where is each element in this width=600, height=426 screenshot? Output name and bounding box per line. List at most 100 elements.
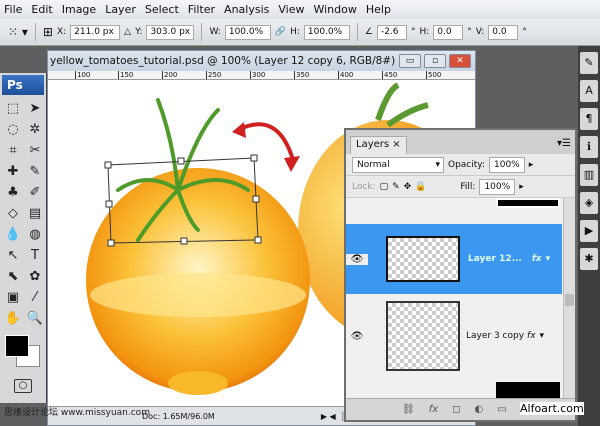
direct-select-icon[interactable]: ⬉ [3,268,23,286]
fill-slider-arrow-icon[interactable]: ▸ [519,182,524,192]
transform-tool-icon[interactable]: ⁙ ▾ [8,25,28,39]
stamp-tool-icon[interactable]: ♣ [3,184,23,202]
opacity-field[interactable]: 100% [489,156,525,173]
ruler-tick: 100 [75,71,91,79]
rotate-arrow [237,122,295,161]
layer-mask-thumbnail [496,198,560,208]
layer-row[interactable]: 👁 Layer 3 copy fx ▾ [346,298,562,374]
visibility-eye-icon[interactable]: 👁 [346,331,368,342]
visibility-eye-icon[interactable]: 👁 [346,253,368,265]
add-mask-icon[interactable]: ◻ [452,404,460,415]
brush-panel-icon[interactable]: ✎ [580,52,598,74]
height-field[interactable]: 100.0% [303,24,350,40]
layer-name[interactable]: Layer 3 copy [466,331,524,341]
close-button[interactable]: ✕ [449,54,471,68]
expand-effects-icon[interactable]: ▾ [540,331,545,341]
status-doc-size: Doc: 1.65M/96.0M [142,411,215,421]
reference-point-icon[interactable]: ⊞ [43,25,53,39]
quick-mask-icon[interactable]: ○ [14,379,32,393]
opacity-label: Opacity: [448,159,485,170]
x-field[interactable]: 211.0 px [70,24,121,40]
menu-image[interactable]: Image [60,3,103,16]
layers-scrollbar[interactable] [563,198,575,398]
styles-panel-icon[interactable]: ✱ [580,248,598,270]
path-select-icon[interactable]: ↖ [3,247,23,265]
hskew-field[interactable]: 0.0 [433,24,464,40]
angle-field[interactable]: -2.6 [376,24,407,40]
divider [34,23,36,41]
add-style-icon[interactable]: fx [429,404,438,415]
hand-tool-icon[interactable]: ✋ [3,310,23,328]
fill-field[interactable]: 100% [479,178,516,195]
panel-menu-icon[interactable]: ▾☰ [557,138,571,149]
ruler-tick: 400 [338,71,354,79]
minimize-button[interactable]: ▭ [399,54,421,68]
expand-effects-icon[interactable]: ▾ [546,254,551,264]
link-layers-icon[interactable]: ⛓ [402,404,415,415]
menu-layer[interactable]: Layer [103,3,143,16]
fx-icon[interactable]: fx [527,331,536,341]
status-menu-arrow-icon[interactable]: ▶ ◀ [321,412,336,421]
eyedropper-tool-icon[interactable]: ⁄ [25,289,45,307]
close-tab-icon[interactable]: × [392,139,400,150]
vskew-field[interactable]: 0.0 [488,24,519,40]
eraser-tool-icon[interactable]: ◇ [3,205,23,223]
menu-file[interactable]: File [2,3,29,16]
opacity-slider-arrow-icon[interactable]: ▸ [529,160,534,170]
histogram-panel-icon[interactable]: ▥ [580,164,598,186]
degree-label: ° [522,27,527,37]
menu-view[interactable]: View [276,3,311,16]
paragraph-panel-icon[interactable]: ¶ [580,108,598,130]
delta-icon[interactable]: △ [124,27,131,37]
new-group-icon[interactable]: ▭ [497,404,506,415]
marquee-tool-icon[interactable]: ⬚ [3,100,23,118]
width-field[interactable]: 100.0% [224,24,271,40]
watermark-left: 思缘设计论坛 www.missyuan.com [4,408,150,418]
menu-analysis[interactable]: Analysis [222,3,276,16]
tab-layers[interactable]: Layers × [350,136,407,154]
y-field[interactable]: 303.0 px [146,24,195,40]
menu-edit[interactable]: Edit [29,3,59,16]
layer-row-selected[interactable]: 👁 Layer 12... fx ▾ [346,224,562,294]
blur-tool-icon[interactable]: 💧 [3,226,23,244]
layer-name[interactable]: Layer 12... [468,254,522,264]
scroll-thumb[interactable] [565,294,574,306]
tomato-flesh [90,273,306,317]
chevron-down-icon: ▾ [435,159,440,170]
blend-mode-select[interactable]: Normal ▾ [352,156,444,173]
lock-pixels-icon[interactable]: ✎ [392,182,400,192]
zoom-tool-icon[interactable]: 🔍 [25,310,45,328]
slice-tool-icon[interactable]: ✂ [25,142,45,160]
shape-tool-icon[interactable]: ✿ [25,268,45,286]
info-panel-icon[interactable]: ℹ [580,136,598,158]
history-brush-icon[interactable]: ✐ [25,184,45,202]
menu-filter[interactable]: Filter [186,3,222,16]
link-icon[interactable]: 🔗 [275,27,286,37]
background-stem [375,82,429,128]
healing-brush-icon[interactable]: ✚ [3,163,23,181]
type-tool-icon[interactable]: T [25,247,45,265]
actions-panel-icon[interactable]: ▶ [580,220,598,242]
w-label: W: [209,27,221,37]
lasso-tool-icon[interactable]: ◌ [3,121,23,139]
menu-help[interactable]: Help [364,3,398,16]
magic-wand-tool-icon[interactable]: ✲ [25,121,45,139]
crop-tool-icon[interactable]: ⌗ [3,142,23,160]
foreground-color-swatch[interactable] [5,335,29,357]
notes-tool-icon[interactable]: ▣ [3,289,23,307]
lock-position-icon[interactable]: ✥ [404,182,412,192]
dodge-tool-icon[interactable]: ◍ [25,226,45,244]
gradient-tool-icon[interactable]: ▤ [25,205,45,223]
ruler-tick: 250 [206,71,222,79]
lock-all-icon[interactable]: 🔒 [415,182,426,192]
adjustment-layer-icon[interactable]: ◐ [474,404,483,415]
menu-select[interactable]: Select [143,3,186,16]
fx-icon[interactable]: fx [532,254,542,264]
brush-tool-icon[interactable]: ✎ [25,163,45,181]
menu-window[interactable]: Window [311,3,363,16]
character-panel-icon[interactable]: A [580,80,598,102]
move-tool-icon[interactable]: ➤ [25,100,45,118]
lock-transparency-icon[interactable]: ▢ [380,182,389,192]
navigator-panel-icon[interactable]: ◈ [580,192,598,214]
maximize-button[interactable]: ▫ [424,54,446,68]
